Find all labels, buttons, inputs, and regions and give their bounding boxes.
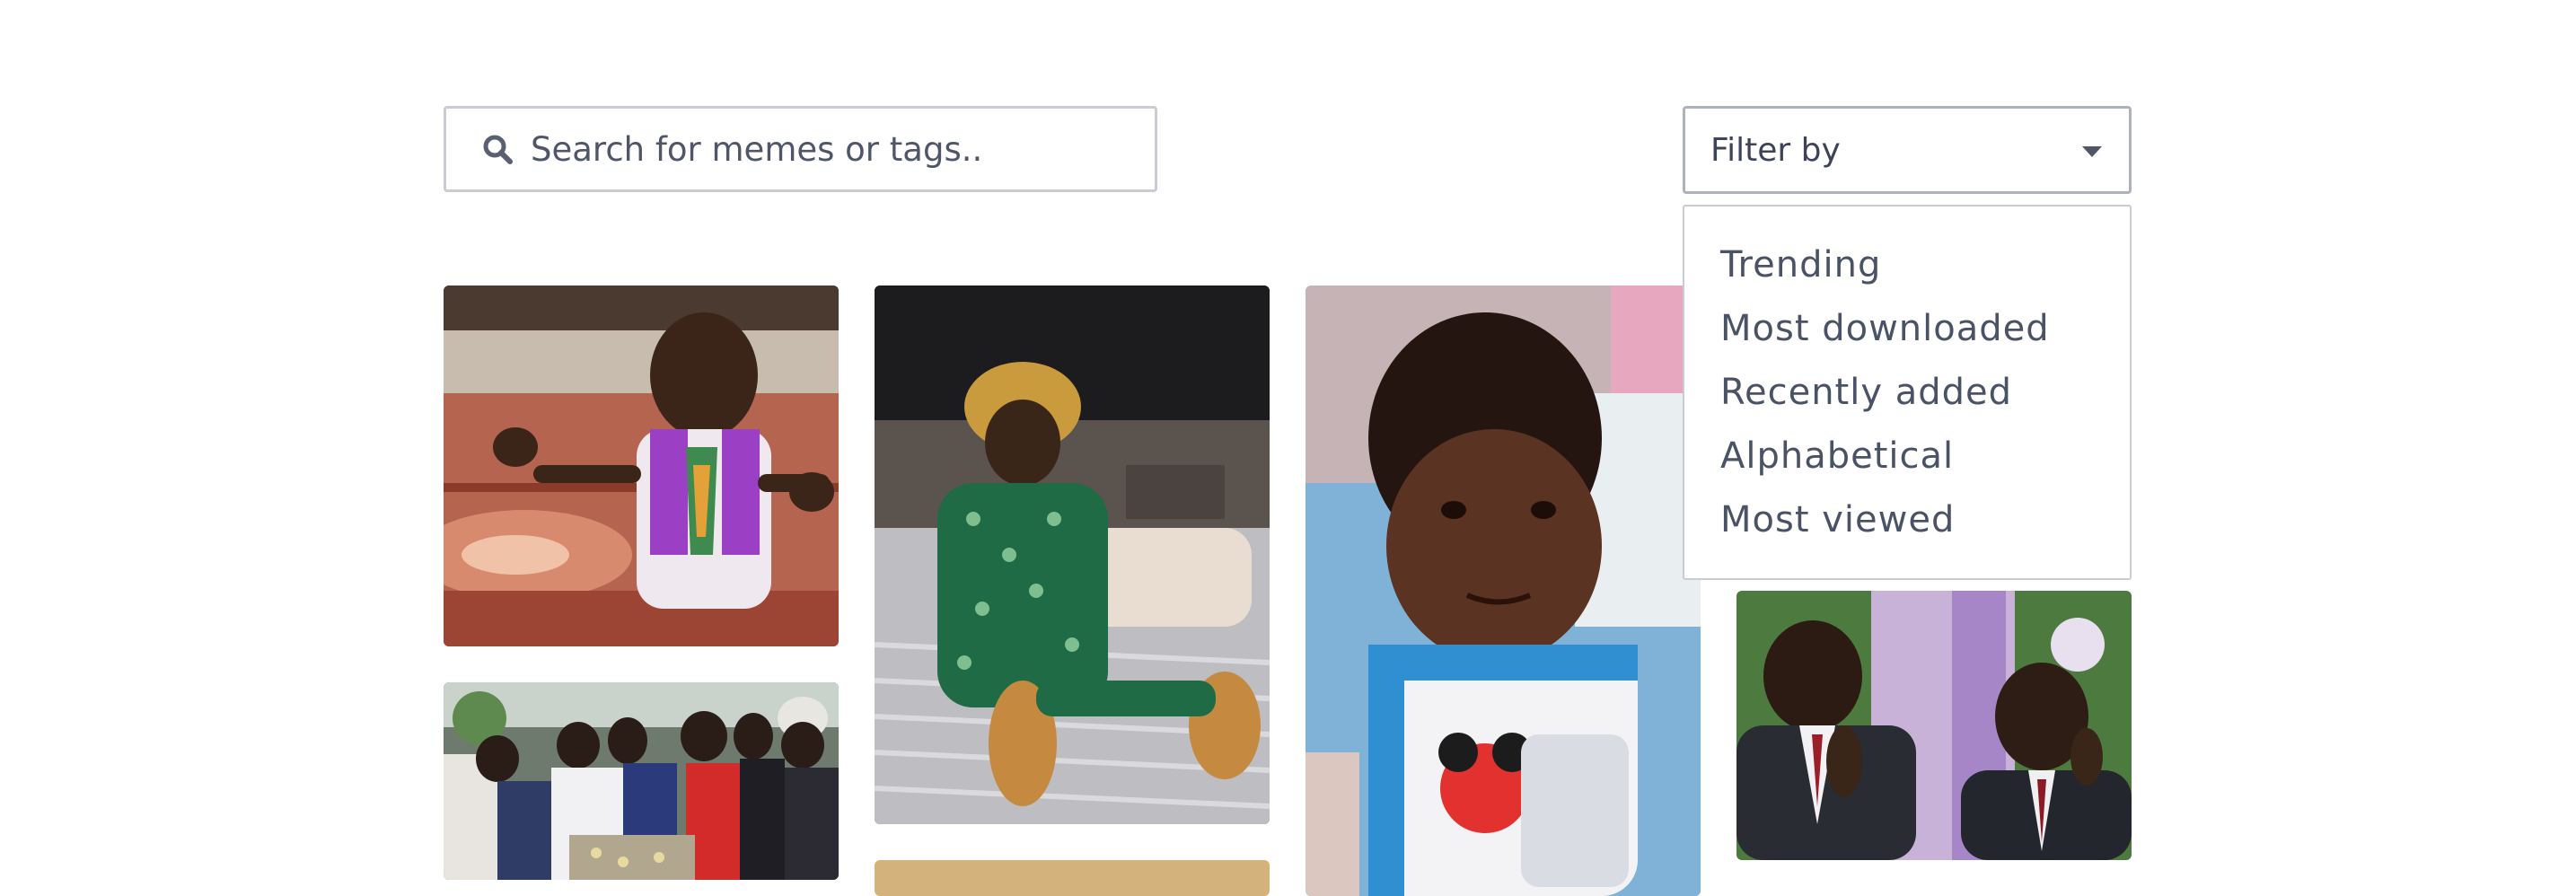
filter-dropdown-menu: Trending Most downloaded Recently added … xyxy=(1683,205,2132,580)
meme-image xyxy=(875,860,1270,896)
filter-option-alphabetical[interactable]: Alphabetical xyxy=(1684,425,2130,488)
search-input[interactable] xyxy=(531,129,1105,169)
meme-image xyxy=(1306,285,1701,896)
filter-option-recently-added[interactable]: Recently added xyxy=(1684,361,2130,425)
filter-select[interactable]: Filter by xyxy=(1683,106,2132,194)
meme-tile[interactable] xyxy=(444,682,839,880)
caret-down-icon xyxy=(2082,146,2102,157)
filter-label: Filter by xyxy=(1710,131,1841,169)
meme-tile[interactable] xyxy=(875,860,1270,896)
meme-image xyxy=(444,285,839,646)
filter-option-trending[interactable]: Trending xyxy=(1684,233,2130,297)
meme-tile[interactable] xyxy=(444,285,839,646)
meme-image xyxy=(444,682,839,880)
meme-image xyxy=(1736,591,2132,860)
filter-option-most-viewed[interactable]: Most viewed xyxy=(1684,488,2130,552)
search-icon xyxy=(482,134,513,164)
search-box[interactable] xyxy=(444,106,1157,192)
meme-tile[interactable] xyxy=(1736,591,2132,860)
meme-image xyxy=(875,285,1270,824)
meme-tile[interactable] xyxy=(875,285,1270,824)
filter-option-most-downloaded[interactable]: Most downloaded xyxy=(1684,297,2130,361)
meme-tile[interactable] xyxy=(1306,285,1701,896)
